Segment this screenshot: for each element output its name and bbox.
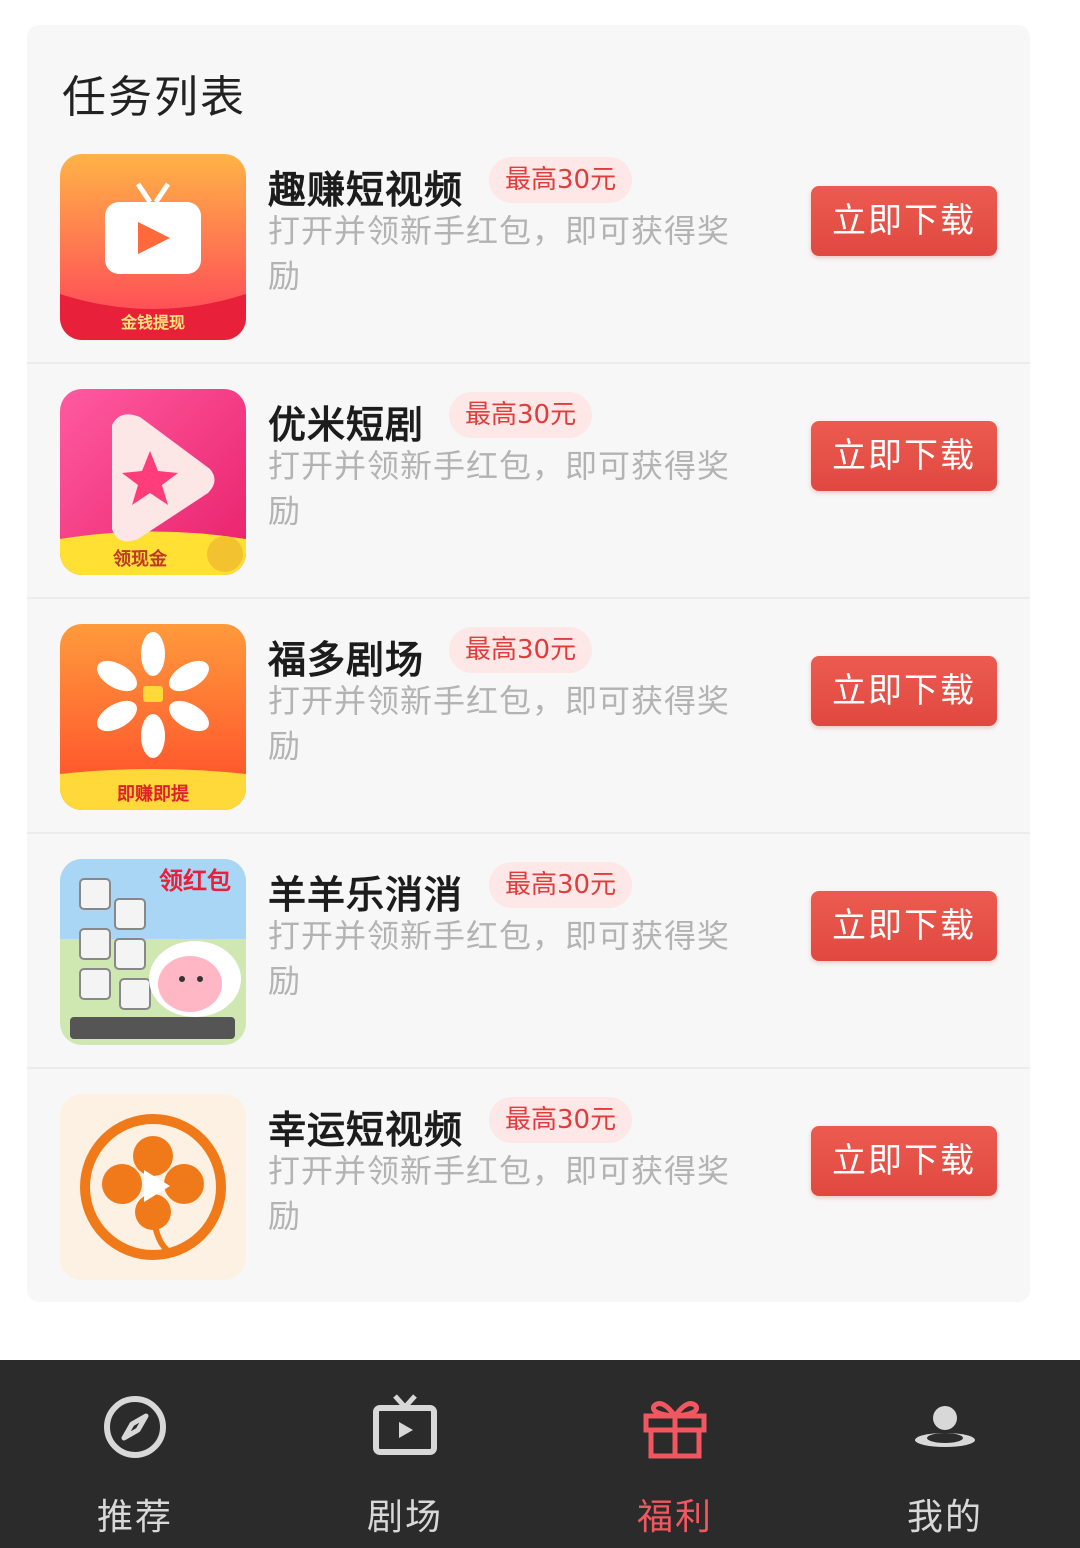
app-description: 打开并领新手红包，即可获得奖励 [268,682,731,765]
app-name: 趣赚短视频 [268,168,464,212]
app-name: 优米短剧 [268,403,425,447]
nav-label: 福利 [636,1497,713,1538]
reward-badge: 最高30元 [449,392,593,438]
app-description: 打开并领新手红包，即可获得奖励 [268,917,731,1000]
app-icon-quzhuan[interactable]: 金钱提现 [60,154,246,340]
app-name: 幸运短视频 [268,1108,464,1152]
task-list-card: 任务列表 金钱提现 趣赚短视频 最高30元 打开并领新手红包，即可获得奖励 立即… [27,25,1030,1302]
app-icon-yangyangle[interactable]: 领红包 [60,859,246,1045]
nav-label: 推荐 [96,1497,173,1538]
app-description: 打开并领新手红包，即可获得奖励 [268,447,731,530]
gift-icon [640,1392,710,1462]
task-row: 领红包 羊羊乐消消 最高30元 打开并领新手红包，即可获得奖励 立即下载 [27,834,1030,1069]
download-button[interactable]: 立即下载 [811,1126,997,1196]
reward-badge: 最高30元 [489,862,633,908]
nav-item-recommend[interactable]: 推荐 [0,1360,270,1548]
app-icon-youmi[interactable]: 领现金 [60,389,246,575]
section-title: 任务列表 [62,72,246,123]
nav-label: 我的 [906,1497,983,1538]
icon-text: 领现金 [113,548,168,570]
bottom-navigation: 推荐 剧场 福利 我的 [0,1360,1080,1548]
icon-text: 即赚即提 [117,783,190,805]
app-description: 打开并领新手红包，即可获得奖励 [268,212,731,295]
task-row: 即赚即提 福多剧场 最高30元 打开并领新手红包，即可获得奖励 立即下载 [27,599,1030,834]
nav-item-theater[interactable]: 剧场 [270,1360,540,1548]
app-name: 福多剧场 [268,638,425,682]
nav-item-mine[interactable]: 我的 [810,1360,1080,1548]
download-button[interactable]: 立即下载 [811,421,997,491]
download-button[interactable]: 立即下载 [811,891,997,961]
app-icon-xingyun[interactable] [60,1094,246,1280]
download-button[interactable]: 立即下载 [811,186,997,256]
icon-text: 领红包 [159,867,231,895]
compass-icon [100,1392,170,1462]
reward-badge: 最高30元 [489,157,633,203]
reward-badge: 最高30元 [449,627,593,673]
task-row: 领现金 优米短剧 最高30元 打开并领新手红包，即可获得奖励 立即下载 [27,364,1030,599]
download-button[interactable]: 立即下载 [811,656,997,726]
task-row: 幸运短视频 最高30元 打开并领新手红包，即可获得奖励 立即下载 [27,1069,1030,1304]
reward-badge: 最高30元 [489,1097,633,1143]
task-row: 金钱提现 趣赚短视频 最高30元 打开并领新手红包，即可获得奖励 立即下载 [27,129,1030,364]
user-icon [910,1392,980,1462]
icon-text: 金钱提现 [120,313,185,332]
tv-icon [370,1392,440,1462]
app-description: 打开并领新手红包，即可获得奖励 [268,1152,731,1235]
app-name: 羊羊乐消消 [268,873,464,917]
nav-label: 剧场 [366,1497,443,1538]
app-icon-fuduo[interactable]: 即赚即提 [60,624,246,810]
nav-item-welfare[interactable]: 福利 [540,1360,810,1548]
